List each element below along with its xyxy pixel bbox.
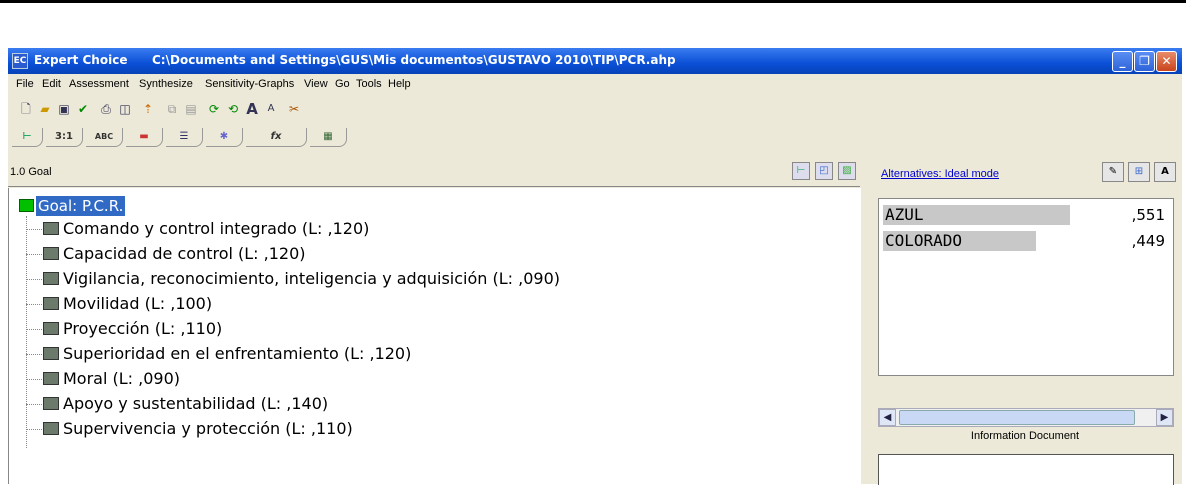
tree-branch-line [26,229,42,230]
tree-node-label[interactable]: Movilidad (L: ,100) [63,293,212,315]
node-square-icon [43,347,59,360]
alternative-row[interactable]: AZUL ,551 [883,203,1173,227]
hierarchy-tree[interactable]: Goal: P.C.R. Comando y control integrado… [8,188,861,484]
pointer-icon[interactable]: ⇡ [140,101,156,117]
goal-square-icon [19,199,34,212]
horizontal-scrollbar[interactable]: ◀ ▶ [878,408,1174,427]
save-icon[interactable]: ▣ [56,101,72,117]
node-square-icon [43,222,59,235]
pane-splitter[interactable] [862,158,872,484]
tree-connector-line [26,216,27,448]
tab-bars[interactable]: ☰ [166,128,203,147]
menu-tools[interactable]: Tools [356,78,382,90]
tree-branch-line [26,429,42,430]
window-app-name: Expert Choice [34,53,128,67]
tree-branch-line [26,404,42,405]
menu-synthesize[interactable]: Synthesize [139,78,193,90]
current-node-label: 1.0 Goal [10,166,52,178]
minimize-button[interactable]: _ [1112,51,1133,72]
node-square-icon [43,297,59,310]
alternative-value: ,551 [1131,206,1165,224]
alternatives-list[interactable]: AZUL ,551 COLORADO ,449 [878,198,1174,376]
alternative-name: AZUL [885,205,924,224]
tree-branch-line [26,354,42,355]
green-arrows-icon[interactable]: ⟲ [225,101,241,117]
tab-verbal[interactable]: ABC [86,128,123,147]
alternative-value: ,449 [1131,232,1165,250]
alternative-name: COLORADO [885,231,963,250]
alternatives-pane: Alternatives: Ideal mode ✎ ⊞ A AZUL ,551… [872,158,1182,485]
tree-node-label[interactable]: Apoyo y sustentabilidad (L: ,140) [63,393,328,415]
menu-assessment[interactable]: Assessment [69,78,129,90]
tree-branch-line [26,329,42,330]
data-grid-view-icon[interactable]: ▨ [838,162,856,180]
node-square-icon [43,372,59,385]
menu-go[interactable]: Go [335,78,350,90]
menu-file[interactable]: File [16,78,34,90]
font-alternatives-icon[interactable]: A [1154,162,1176,182]
restore-button[interactable]: ❐ [1134,51,1155,72]
green-arrow-icon[interactable]: ⟳ [206,101,222,117]
tree-branch-line [26,304,42,305]
menu-view[interactable]: View [304,78,328,90]
hierarchy-pane: 1.0 Goal ⊢ ◰ ▨ Goal: P.C.R. Comando y co… [8,158,862,484]
node-square-icon [43,422,59,435]
node-square-icon [43,247,59,260]
app-window: EC Expert Choice C:\Documents and Settin… [8,48,1182,485]
scroll-thumb[interactable] [899,410,1135,425]
menu-edit[interactable]: Edit [42,78,61,90]
tab-grid[interactable]: ▦ [310,128,347,147]
tree-node-label[interactable]: Supervivencia y protección (L: ,110) [63,418,353,440]
tab-formula[interactable]: fx [246,128,307,147]
expert-choice-app-icon[interactable]: EC [12,53,28,69]
tool-icon[interactable]: ✂ [286,101,302,117]
tree-node-label[interactable]: Superioridad en el enfrentamiento (L: ,1… [63,343,411,365]
tree-branch-line [26,254,42,255]
tab-questionnaire[interactable]: ✱ [206,128,243,147]
title-bar[interactable]: EC Expert Choice C:\Documents and Settin… [8,48,1182,74]
alternatives-view-icon[interactable]: ◰ [815,162,833,180]
tree-node-label[interactable]: Moral (L: ,090) [63,368,180,390]
tree-view-icon[interactable]: ⊢ [792,162,810,180]
node-square-icon [43,397,59,410]
node-square-icon [43,272,59,285]
tab-pairwise[interactable]: 3:1 [46,128,83,147]
information-document-title: Information Document [970,430,1080,442]
scroll-left-icon[interactable]: ◀ [879,409,896,426]
open-folder-icon[interactable]: ▰ [37,101,53,117]
tree-node-label[interactable]: Capacidad de control (L: ,120) [63,243,306,265]
edit-alternative-icon[interactable]: ✎ [1102,162,1124,182]
menu-bar: File Edit Assessment Synthesize Sensitiv… [8,75,1182,95]
window-file-path: C:\Documents and Settings\GUS\Mis docume… [152,53,676,67]
top-border-line [0,0,1186,3]
menu-help[interactable]: Help [388,78,411,90]
font-larger-icon[interactable]: A [244,101,260,117]
scroll-right-icon[interactable]: ▶ [1156,409,1173,426]
add-alternative-icon[interactable]: ⊞ [1128,162,1150,182]
print-preview-icon[interactable]: ◫ [117,101,133,117]
font-smaller-icon[interactable]: A [263,101,279,117]
tab-graphical[interactable]: ▬ [126,128,163,147]
tree-node-label[interactable]: Proyección (L: ,110) [63,318,222,340]
tree-branch-line [26,379,42,380]
information-document-box[interactable] [878,454,1174,485]
tree-node-label[interactable]: Vigilancia, reconocimiento, inteligencia… [63,268,560,290]
tree-node-label[interactable]: Comando y control integrado (L: ,120) [63,218,369,240]
close-button[interactable]: ✕ [1156,51,1177,72]
tree-branch-line [26,279,42,280]
check-icon[interactable]: ✔ [75,101,91,117]
alternatives-header: Alternatives: Ideal mode ✎ ⊞ A [872,158,1180,188]
menu-sensitivity-graphs[interactable]: Sensitivity-Graphs [205,78,294,90]
paste-icon[interactable]: ▤ [183,101,199,117]
hierarchy-header: 1.0 Goal ⊢ ◰ ▨ [8,158,860,187]
node-square-icon [43,322,59,335]
goal-label[interactable]: Goal: P.C.R. [36,196,126,216]
print-icon[interactable]: ⎙ [98,101,114,117]
copy-icon[interactable]: ⧉ [164,101,180,117]
alternatives-mode-link[interactable]: Alternatives: Ideal mode [881,168,999,180]
tab-tree[interactable]: ⊢ [12,128,43,147]
new-file-icon[interactable]: 🗋 [18,101,34,117]
alternative-row[interactable]: COLORADO ,449 [883,229,1173,253]
